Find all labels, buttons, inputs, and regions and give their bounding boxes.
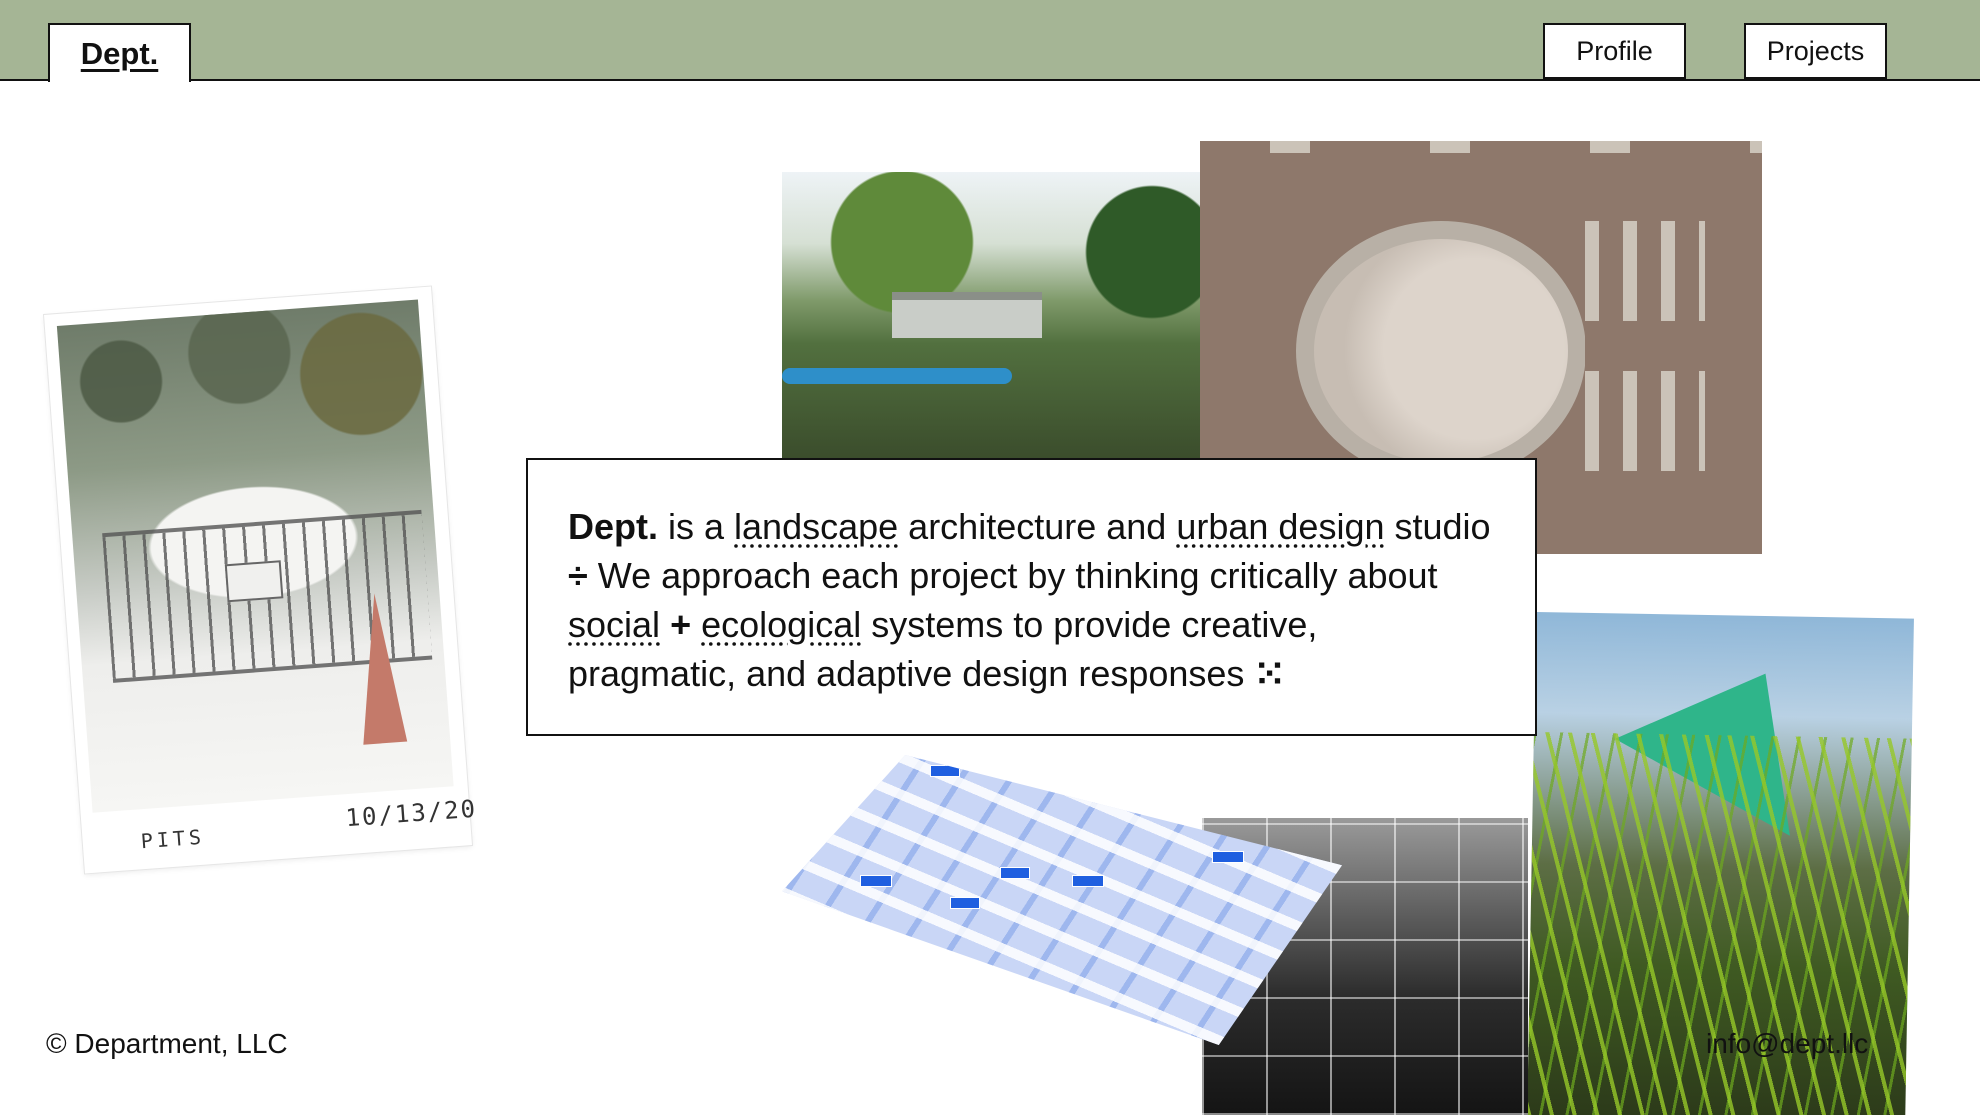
map-label-tag xyxy=(860,875,892,887)
intro-text xyxy=(691,604,701,645)
intro-brand: Dept. xyxy=(568,506,658,547)
dots-glyph-icon: ⁙ xyxy=(1254,653,1285,694)
plus-glyph-icon: + xyxy=(670,604,692,645)
intro-statement-panel: Dept. is a landscape architecture and ur… xyxy=(526,458,1537,736)
polaroid-caption-date: 10/13/20 xyxy=(344,794,478,833)
top-bar: Dept. Profile Projects xyxy=(0,0,1980,82)
model-blocks-shape xyxy=(1585,221,1705,471)
intro-text: studio xyxy=(1384,506,1491,547)
model-blocks-shape xyxy=(1200,141,1762,153)
trees-shape xyxy=(56,299,432,506)
copyright-text: © Department, LLC xyxy=(46,1028,288,1059)
model-ring-shape xyxy=(1296,221,1586,481)
map-label-tag xyxy=(1072,875,1104,887)
intro-text: is a xyxy=(658,506,735,547)
intro-text xyxy=(660,604,670,645)
snow-scene-photo xyxy=(56,299,454,813)
divide-glyph-icon: ÷ xyxy=(568,555,588,596)
intro-text: architecture and xyxy=(898,506,1177,547)
map-label-tag xyxy=(1212,851,1244,863)
email-link[interactable]: info@dept.llc xyxy=(1706,1028,1868,1060)
polaroid-caption-left: PITS xyxy=(139,824,206,854)
brand-tab-link[interactable]: Dept. xyxy=(48,23,191,82)
house-shape xyxy=(892,292,1042,338)
landscape-link[interactable]: landscape xyxy=(734,506,898,547)
pond-landscape-photo xyxy=(782,172,1202,458)
snow-polaroid-image: PITS 10/13/20 xyxy=(44,286,478,874)
nav-profile-tab[interactable]: Profile xyxy=(1543,23,1686,79)
page: Dept. Profile Projects PITS 10/13/20 Dep… xyxy=(0,0,1980,1115)
tree-shape xyxy=(822,172,982,372)
urban-design-link[interactable]: urban design xyxy=(1176,506,1384,547)
blue-pipe-shape xyxy=(782,368,1012,384)
map-label-tag xyxy=(1000,867,1030,879)
social-link[interactable]: social xyxy=(568,604,660,645)
map-label-tag xyxy=(950,897,980,909)
sign-shape xyxy=(224,560,284,603)
tree-shape xyxy=(1082,182,1202,352)
intro-text: We approach each project by thinking cri… xyxy=(587,555,1438,596)
map-label-tag xyxy=(930,765,960,777)
nav-projects-tab[interactable]: Projects xyxy=(1744,23,1887,79)
ecological-link[interactable]: ecological xyxy=(701,604,861,645)
